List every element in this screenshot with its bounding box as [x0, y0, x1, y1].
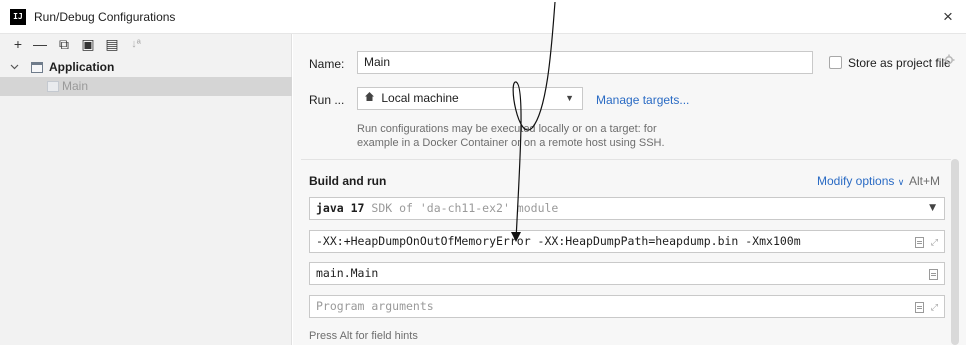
- run-target-value: Local machine: [381, 91, 459, 105]
- section-divider: [301, 159, 951, 160]
- tree-group-label: Application: [49, 60, 115, 74]
- program-arguments-placeholder: Program arguments: [316, 299, 434, 313]
- tree-item-main[interactable]: Main: [0, 77, 292, 96]
- expand-icon: ⤢: [930, 303, 938, 313]
- application-config-icon: [47, 81, 59, 92]
- configurations-sidebar: + — ⧉ ▣ ▤ ↓ª Application Main: [0, 34, 292, 345]
- document-icon: [915, 236, 925, 248]
- tree-item-label: Main: [62, 79, 89, 93]
- move-into-folder-button[interactable]: ▤: [104, 36, 120, 52]
- document-icon: [929, 268, 938, 280]
- document-icon: [915, 301, 925, 313]
- expand-field-icons[interactable]: ⤢: [915, 296, 938, 319]
- run-on-label: Run ...: [309, 93, 345, 107]
- modify-options-link[interactable]: Modify options ∨: [817, 174, 904, 188]
- main-class-value: main.Main: [316, 266, 379, 280]
- program-arguments-field[interactable]: Program arguments ⤢: [309, 295, 945, 318]
- name-field[interactable]: Main: [357, 51, 813, 74]
- vertical-scrollbar[interactable]: [951, 159, 959, 345]
- modify-options-shortcut: Alt+M: [909, 174, 941, 188]
- sort-configurations-button[interactable]: ↓ª: [128, 36, 144, 52]
- sdk-detail: SDK of 'da-ch11-ex2' module: [371, 201, 559, 215]
- name-label: Name:: [309, 57, 345, 71]
- window-title: Run/Debug Configurations: [34, 10, 176, 24]
- configurations-toolbar: + — ⧉ ▣ ▤ ↓ª: [0, 34, 292, 56]
- main-class-field[interactable]: main.Main: [309, 262, 945, 285]
- intellij-app-icon: IJ: [10, 9, 26, 25]
- tree-group-application[interactable]: Application: [0, 58, 292, 77]
- gear-icon[interactable]: [943, 54, 955, 69]
- build-and-run-heading: Build and run: [309, 174, 387, 188]
- modify-options-label: Modify options: [817, 174, 895, 188]
- sdk-java-version: java 17: [316, 201, 365, 215]
- copy-configuration-button[interactable]: ⧉: [56, 36, 72, 52]
- jre-sdk-dropdown[interactable]: java 17 SDK of 'da-ch11-ex2' module ▼: [309, 197, 945, 220]
- run-hint-line1: Run configurations may be executed local…: [357, 123, 657, 135]
- expand-field-icons[interactable]: ⤢: [915, 231, 938, 254]
- configuration-editor: Name: Main Store as project file Run ...…: [293, 34, 966, 345]
- store-as-project-file-label: Store as project file: [848, 56, 951, 70]
- vm-options-value: -XX:+HeapDumpOnOutOfMemoryError -XX:Heap…: [316, 234, 801, 248]
- expand-icon: ⤢: [930, 238, 938, 248]
- run-target-dropdown[interactable]: Local machine ▼: [357, 87, 583, 110]
- store-as-project-file-checkbox[interactable]: [829, 56, 842, 69]
- chevron-down-icon: ∨: [897, 177, 905, 187]
- browse-class-icon[interactable]: [929, 263, 938, 284]
- save-configuration-button[interactable]: ▣: [80, 36, 96, 52]
- run-hint-line2: example in a Docker Container or on a re…: [357, 137, 665, 149]
- manage-targets-link[interactable]: Manage targets...: [596, 93, 689, 107]
- home-icon: [364, 88, 378, 109]
- application-config-icon: [31, 62, 43, 73]
- field-hints-text: Press Alt for field hints: [309, 330, 418, 342]
- vm-options-field[interactable]: -XX:+HeapDumpOnOutOfMemoryError -XX:Heap…: [309, 230, 945, 253]
- chevron-down-icon: ▼: [929, 203, 936, 213]
- add-configuration-button[interactable]: +: [10, 36, 26, 52]
- remove-configuration-button[interactable]: —: [32, 36, 48, 52]
- title-bar: IJ Run/Debug Configurations ×: [0, 0, 966, 34]
- chevron-down-icon: ▼: [565, 93, 574, 103]
- close-button[interactable]: ×: [938, 7, 958, 27]
